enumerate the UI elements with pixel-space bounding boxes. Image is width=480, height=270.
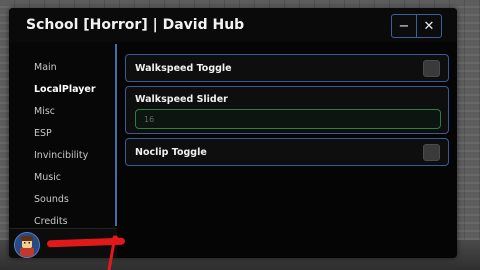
title-bar[interactable]: School [Horror] | David Hub − ✕: [9, 8, 457, 42]
sidebar-item-music[interactable]: Music: [34, 172, 61, 183]
walkspeed-toggle-checkbox[interactable]: [423, 60, 440, 77]
walkspeed-slider-card: Walkspeed Slider: [125, 86, 449, 134]
noclip-toggle-label: Noclip Toggle: [135, 147, 207, 158]
sidebar-item-credits[interactable]: Credits: [34, 216, 68, 227]
noclip-toggle-checkbox[interactable]: [423, 144, 440, 161]
sidebar-item-localplayer[interactable]: LocalPlayer: [34, 84, 96, 95]
avatar: [14, 232, 40, 258]
walkspeed-toggle-card[interactable]: Walkspeed Toggle: [125, 54, 449, 82]
sidebar-item-main[interactable]: Main: [34, 62, 57, 73]
hub-window: School [Horror] | David Hub − ✕ Main Loc…: [9, 8, 457, 258]
walkspeed-toggle-label: Walkspeed Toggle: [135, 63, 232, 74]
sidebar-item-invincibility[interactable]: Invincibility: [34, 150, 88, 161]
sidebar-scrollbar[interactable]: [115, 44, 117, 226]
minimize-button[interactable]: −: [391, 14, 417, 38]
noclip-toggle-card[interactable]: Noclip Toggle: [125, 138, 449, 166]
close-button[interactable]: ✕: [416, 14, 442, 38]
walkspeed-slider-label: Walkspeed Slider: [135, 94, 228, 105]
window-title: School [Horror] | David Hub: [26, 17, 245, 33]
red-arrow-annotation: [107, 235, 122, 270]
avatar-icon: [15, 233, 39, 257]
walkspeed-slider-input[interactable]: [135, 109, 441, 129]
minimize-icon: −: [398, 18, 410, 34]
user-profile-bar: [9, 228, 126, 258]
close-icon: ✕: [423, 18, 435, 34]
sidebar-item-misc[interactable]: Misc: [34, 106, 55, 117]
sidebar-item-sounds[interactable]: Sounds: [34, 194, 69, 205]
sidebar: Main LocalPlayer Misc ESP Invincibility …: [9, 42, 126, 258]
sidebar-item-esp[interactable]: ESP: [34, 128, 52, 139]
